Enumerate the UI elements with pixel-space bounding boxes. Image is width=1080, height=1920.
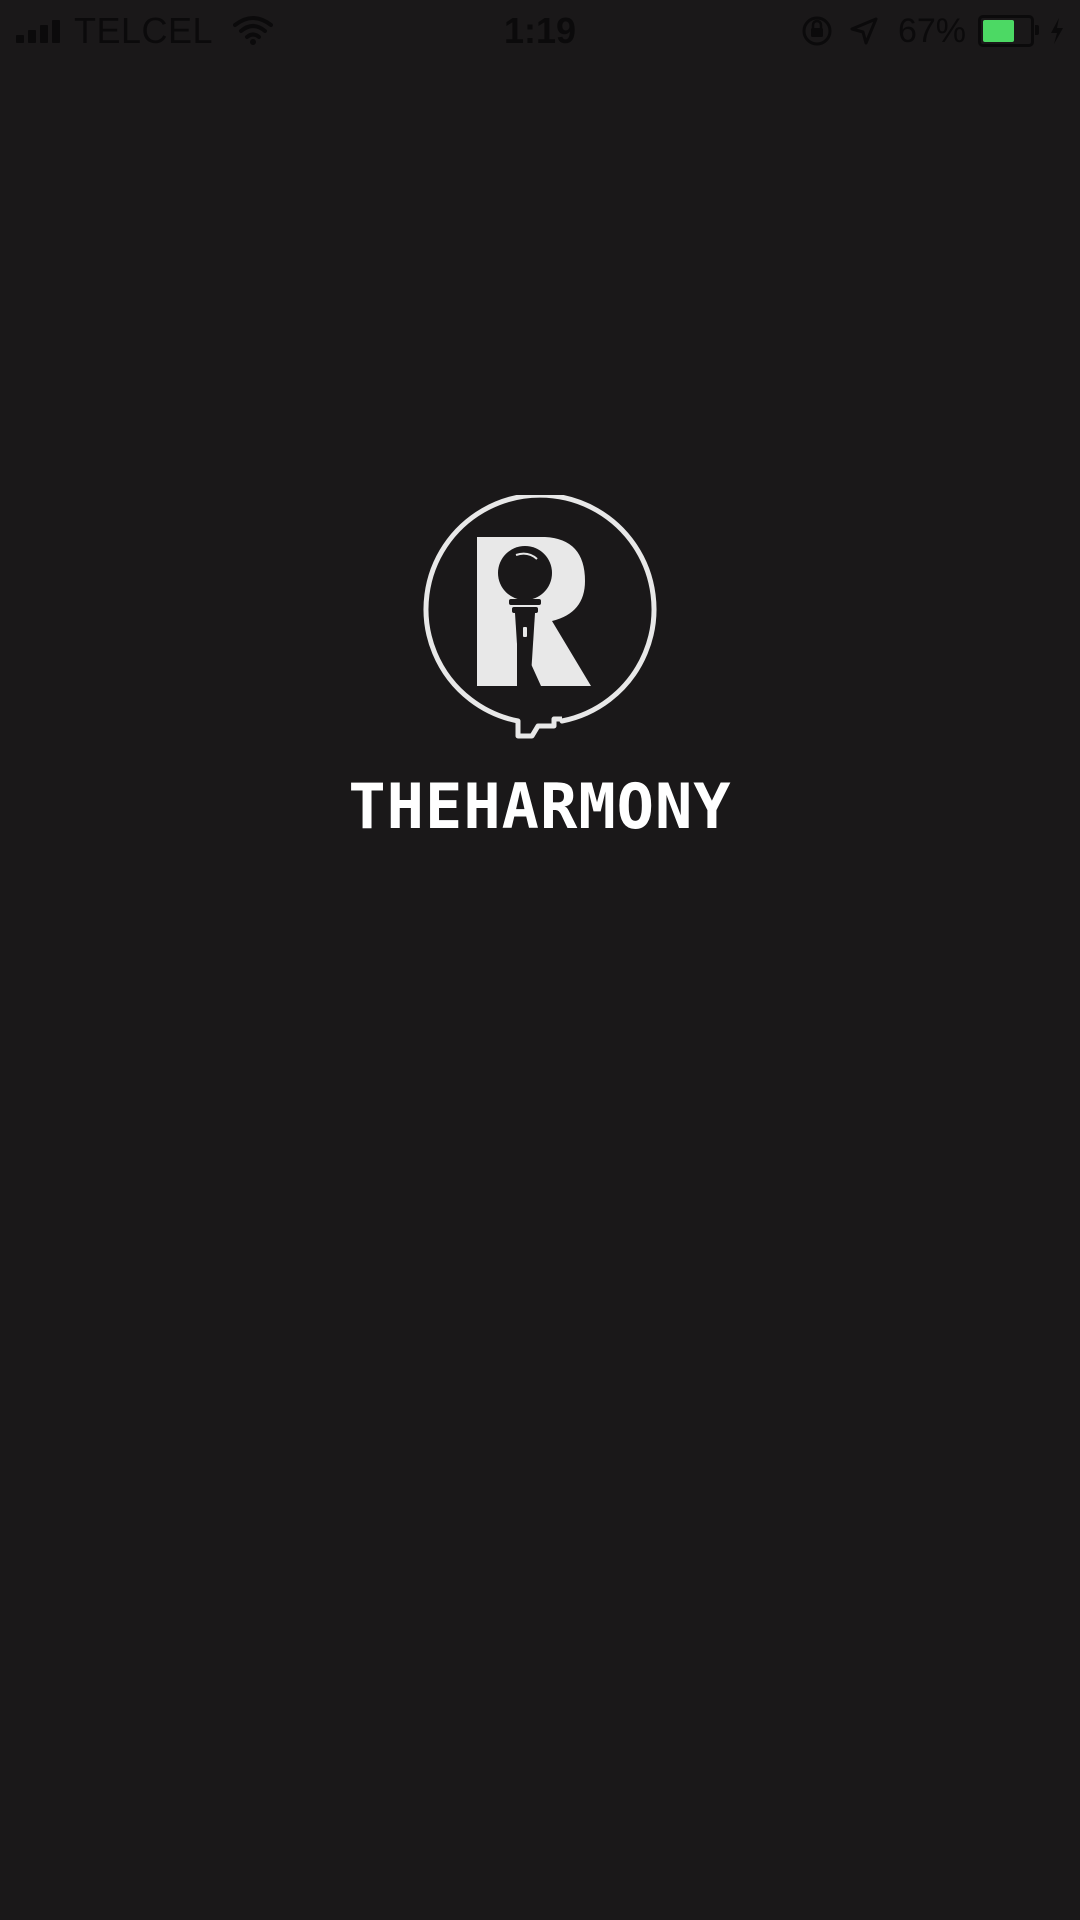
- battery-icon: [978, 15, 1039, 47]
- battery-fill: [983, 20, 1014, 42]
- charging-bolt-icon: [1048, 16, 1066, 46]
- orientation-lock-icon: [800, 14, 834, 48]
- battery-percent: 67%: [897, 11, 966, 50]
- microphone-r-logo: [420, 492, 660, 755]
- status-right: 67%: [786, 8, 1066, 54]
- battery-nub: [1035, 25, 1039, 35]
- location-arrow-icon: [848, 15, 880, 47]
- status-bar: TELCEL 1:19 67%: [0, 0, 1080, 62]
- app-name: THEHARMONY: [348, 770, 732, 843]
- splash-screen: TELCEL 1:19 67% THEHARMONY: [0, 0, 1080, 1920]
